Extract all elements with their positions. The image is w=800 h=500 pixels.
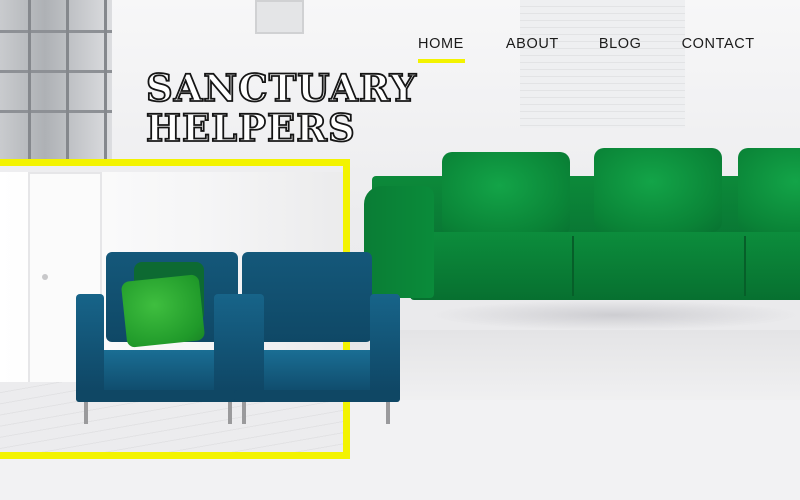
sofa-seat — [410, 232, 800, 300]
nav-home[interactable]: HOME — [418, 36, 465, 63]
green-pillow — [594, 148, 722, 232]
window — [0, 0, 112, 160]
main-nav: HOME ABOUT BLOG CONTACT — [418, 36, 755, 63]
nav-blog-label: BLOG — [598, 36, 642, 52]
sofa-shadow — [430, 300, 800, 330]
window-blind — [520, 0, 685, 128]
nav-about-label: ABOUT — [505, 36, 559, 52]
sofa-arm — [364, 186, 434, 298]
site-logo[interactable]: SANCTUARY HELPERS — [145, 67, 417, 149]
nav-home-label: HOME — [418, 36, 464, 52]
green-pillow — [738, 148, 800, 232]
nav-blog[interactable]: BLOG — [599, 36, 642, 52]
nav-contact-label: CONTACT — [681, 36, 755, 52]
green-pillow — [442, 152, 570, 236]
active-underline — [418, 59, 465, 63]
window — [255, 0, 304, 34]
green-pillow — [120, 274, 206, 348]
nav-about[interactable]: ABOUT — [506, 36, 559, 52]
nav-contact[interactable]: CONTACT — [682, 36, 755, 52]
